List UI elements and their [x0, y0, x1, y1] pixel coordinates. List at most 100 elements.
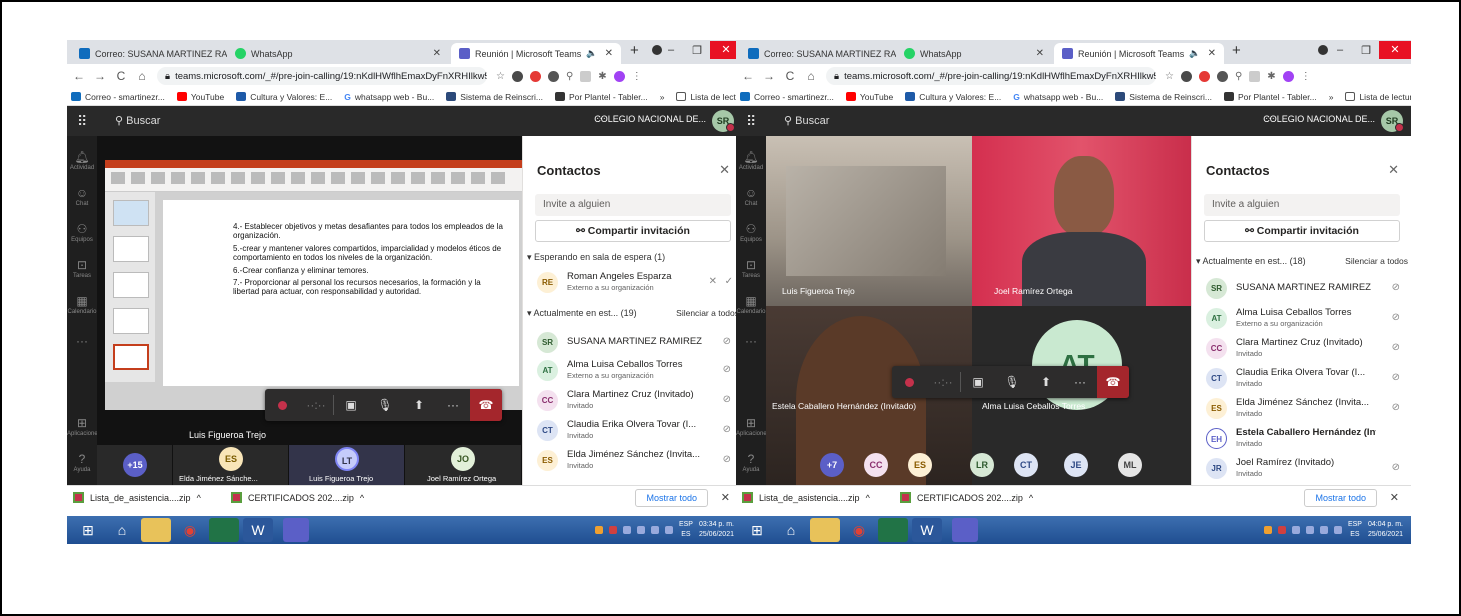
hang-up-button[interactable]: ☎ [1097, 366, 1129, 398]
folder-icon[interactable] [141, 518, 171, 542]
close-icon[interactable]: ✕ [1208, 48, 1216, 59]
minimize-icon[interactable]: – [658, 44, 684, 56]
mute-all-button[interactable]: Silenciar a todos [1345, 256, 1408, 266]
new-tab-icon[interactable]: + [630, 42, 639, 59]
camera-off-button[interactable]: ▣ [334, 389, 368, 421]
rail-item-apps[interactable]: ⊞ Aplicaciones [67, 416, 101, 437]
rail-item-chat[interactable]: ☺ Chat [736, 186, 766, 207]
camera-off-button[interactable]: ▣ [961, 366, 995, 398]
back-icon[interactable]: ← [73, 69, 85, 83]
puzzle-icon[interactable]: ✱ [1267, 71, 1275, 82]
rail-item-activity[interactable]: 🔔︎ Actividad [67, 150, 97, 171]
slide-thumbnail[interactable] [113, 236, 149, 262]
avatar[interactable]: LR [970, 453, 994, 477]
close-icon[interactable]: ✕ [719, 162, 730, 178]
waiting-contact[interactable]: RE Roman Angeles Esparza Externo a su or… [537, 270, 737, 296]
minimize-icon[interactable]: – [1327, 44, 1353, 56]
menu-icon[interactable]: ⋮ [1301, 71, 1311, 82]
tab-teams[interactable]: Reunión | Microsoft Teams 🔈 ✕ [1054, 43, 1224, 64]
home-icon[interactable]: ⌂ [136, 69, 148, 83]
download-item[interactable]: Lista_de_asistencia....zip ^ [67, 492, 217, 503]
close-icon[interactable]: ✕ [1390, 491, 1399, 504]
speaker-icon[interactable]: 🔈 [586, 48, 597, 59]
bookmarks-more-button[interactable]: » [660, 92, 665, 102]
app-launcher-icon[interactable]: ⠿ [77, 113, 87, 130]
back-icon[interactable]: ← [742, 69, 754, 83]
extension-icon[interactable] [547, 70, 559, 82]
invite-input[interactable]: Invite a alguien [535, 194, 731, 216]
close-icon[interactable]: ✕ [1036, 48, 1044, 59]
chrome-icon[interactable]: ◉ [844, 518, 874, 542]
extension-icon[interactable] [1249, 70, 1261, 82]
volume-icon[interactable] [650, 526, 659, 534]
chevron-up-icon[interactable]: ^ [1029, 493, 1033, 503]
menu-icon[interactable]: ⋮ [632, 71, 642, 82]
windows-start-icon[interactable]: ⊞ [742, 518, 772, 542]
chevron-up-icon[interactable]: ^ [197, 493, 201, 503]
folder-icon[interactable] [810, 518, 840, 542]
home-icon[interactable]: ⌂ [805, 69, 817, 83]
contact-row[interactable]: AT Alma Luisa Ceballos Torres Externo a su… [1206, 306, 1406, 332]
close-icon[interactable]: ✕ [433, 48, 441, 59]
org-name[interactable]: COLEGIO NACIONAL DE... [594, 114, 706, 124]
more-actions-button[interactable]: ··· [1063, 366, 1097, 398]
url-field[interactable]: 🔒︎ teams.microsoft.com/_#/pre-join-callin… [826, 67, 1156, 85]
rail-more-icon[interactable]: ··· [67, 334, 97, 349]
tab-whatsapp[interactable]: WhatsApp ✕ [227, 43, 449, 64]
slide-thumbnail[interactable] [113, 200, 149, 226]
mic-off-button[interactable]: 🎙︎ [995, 366, 1029, 398]
home-icon[interactable]: ⌂ [776, 518, 806, 542]
language-indicator[interactable]: ESP ES [679, 520, 693, 540]
tab-mail[interactable]: Correo: SUSANA MARTINEZ RAM✕ [740, 43, 896, 64]
slide-thumbnail[interactable] [113, 344, 149, 370]
show-all-button[interactable]: Mostrar todo [1304, 489, 1377, 507]
share-invite-button[interactable]: ⚯ Compartir invitación [535, 220, 731, 242]
clock[interactable]: 03:34 p. m. 25/06/2021 [699, 520, 734, 540]
reload-icon[interactable]: C [115, 69, 127, 83]
avatar[interactable]: CC [864, 453, 888, 477]
close-icon[interactable]: ✕ [605, 48, 613, 59]
extension-icon[interactable]: ⚲ [1235, 71, 1242, 82]
rail-item-activity[interactable]: 🔔︎ Actividad [736, 150, 766, 171]
reading-list-button[interactable]: Lista de lectura [676, 92, 742, 102]
slide-thumbnail[interactable] [113, 272, 149, 298]
speaker-icon[interactable]: 🔈 [1189, 48, 1200, 59]
puzzle-icon[interactable]: ✱ [598, 71, 606, 82]
contact-row[interactable]: CC Clara Martinez Cruz (Invitado) Invitado… [537, 388, 737, 414]
rail-more-icon[interactable]: ··· [736, 334, 766, 349]
window-close-icon[interactable]: ✕ [1379, 41, 1411, 59]
tab-whatsapp[interactable]: WhatsApp ✕ [896, 43, 1052, 64]
bookmark-item[interactable]: Gwhatsapp web - Bu... [1013, 92, 1103, 102]
download-item[interactable]: Lista_de_asistencia....zip ^ [736, 492, 886, 503]
share-button[interactable]: ⬆︎ [402, 389, 436, 421]
download-item[interactable]: CERTIFICADOS 202....zip ^ [217, 492, 367, 503]
rail-item-assignments[interactable]: ⊡ Tareas [67, 258, 97, 279]
rail-item-chat[interactable]: ☺ Chat [67, 186, 97, 207]
teams-icon[interactable] [283, 518, 309, 542]
video-tile[interactable]: Joel Ramírez Ortega [972, 136, 1191, 306]
profile-icon[interactable] [613, 70, 625, 82]
mic-off-button[interactable]: 🎙︎ [368, 389, 402, 421]
rail-item-teams[interactable]: ⚇ Equipos [736, 222, 766, 243]
maximize-icon[interactable]: ❐ [684, 44, 710, 57]
star-icon[interactable]: ☆ [496, 71, 505, 82]
participant-tile[interactable]: ES Elda Jiménez Sánche... [173, 445, 289, 485]
rail-item-assignments[interactable]: ⊡ Tareas [736, 258, 766, 279]
network-icon[interactable] [664, 526, 673, 534]
clock[interactable]: 04:04 p. m. 25/06/2021 [1368, 520, 1403, 540]
invite-input[interactable]: Invite a alguien [1204, 194, 1400, 216]
avatar[interactable]: ML [1118, 453, 1142, 477]
slide-thumbnail[interactable] [113, 308, 149, 334]
volume-icon[interactable] [1319, 526, 1328, 534]
bookmark-item[interactable]: Por Plantel - Tabler... [554, 92, 648, 102]
admit-icon[interactable]: ✓ [725, 276, 733, 287]
share-button[interactable]: ⬆︎ [1029, 366, 1063, 398]
tab-mail[interactable]: Correo: SUSANA MARTINEZ RAM✕ [71, 43, 227, 64]
profile-icon[interactable] [1282, 70, 1294, 82]
contact-row[interactable]: SR SUSANA MARTINEZ RAMIREZ ⊘ [1206, 276, 1406, 302]
overflow-count[interactable]: +7 [820, 453, 844, 477]
close-icon[interactable]: ✕ [1388, 162, 1399, 178]
show-all-button[interactable]: Mostrar todo [635, 489, 708, 507]
extension-icon[interactable] [511, 70, 523, 82]
reading-list-button[interactable]: Lista de lectura [1345, 92, 1411, 102]
